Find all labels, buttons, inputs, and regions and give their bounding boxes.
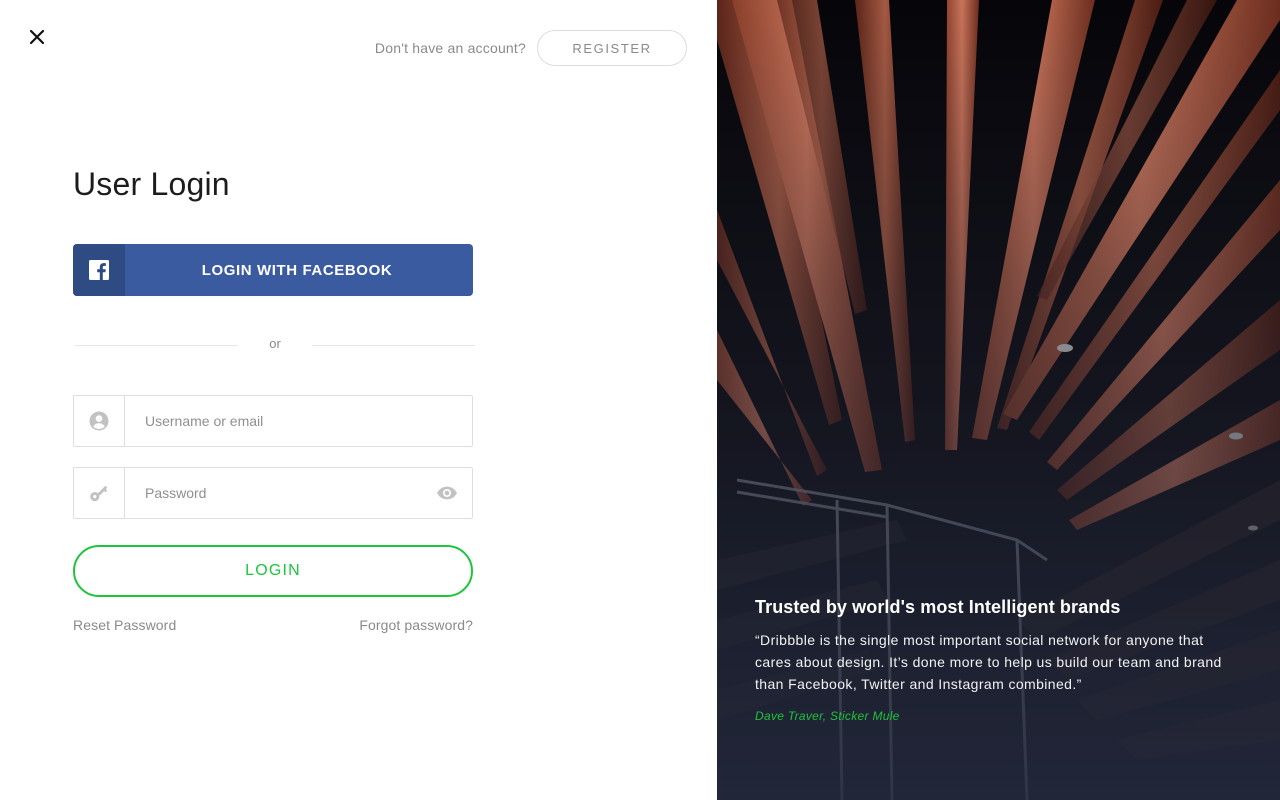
facebook-login-button[interactable]: LOGIN WITH FACEBOOK xyxy=(73,244,473,296)
eye-icon xyxy=(437,486,457,500)
hero-image-panel: Trusted by world's most Intelligent bran… xyxy=(717,0,1280,800)
or-divider: or xyxy=(75,334,475,356)
facebook-icon-box xyxy=(73,244,125,296)
facebook-login-label: LOGIN WITH FACEBOOK xyxy=(201,261,393,279)
facebook-icon xyxy=(89,260,109,280)
show-password-toggle[interactable] xyxy=(422,468,472,518)
account-prompt-row: Don't have an account? REGISTER xyxy=(375,30,687,66)
password-field xyxy=(73,467,473,519)
username-input[interactable] xyxy=(125,396,472,446)
register-button[interactable]: REGISTER xyxy=(537,30,687,66)
password-input[interactable] xyxy=(125,468,422,518)
reset-password-link[interactable]: Reset Password xyxy=(73,617,176,633)
close-icon xyxy=(29,29,45,45)
key-icon xyxy=(90,485,108,502)
page-title: User Login xyxy=(73,166,230,202)
forgot-password-link[interactable]: Forgot password? xyxy=(359,617,473,633)
account-prompt-text: Don't have an account? xyxy=(374,40,526,56)
login-panel: Don't have an account? REGISTER User Log… xyxy=(0,0,717,800)
divider-line-right xyxy=(312,345,475,346)
testimonial: Trusted by world's most Intelligent bran… xyxy=(755,597,1225,723)
testimonial-author: Dave Traver, Sticker Mule xyxy=(755,709,900,723)
username-field xyxy=(73,395,473,447)
divider-text: or xyxy=(269,336,281,351)
username-icon-box xyxy=(74,396,125,446)
user-icon xyxy=(89,411,109,431)
testimonial-quote: “Dribbble is the single most important s… xyxy=(755,632,1222,692)
password-icon-box xyxy=(74,468,125,518)
login-button[interactable]: LOGIN xyxy=(73,545,473,597)
close-button[interactable] xyxy=(26,26,48,48)
testimonial-title: Trusted by world's most Intelligent bran… xyxy=(755,597,1121,617)
